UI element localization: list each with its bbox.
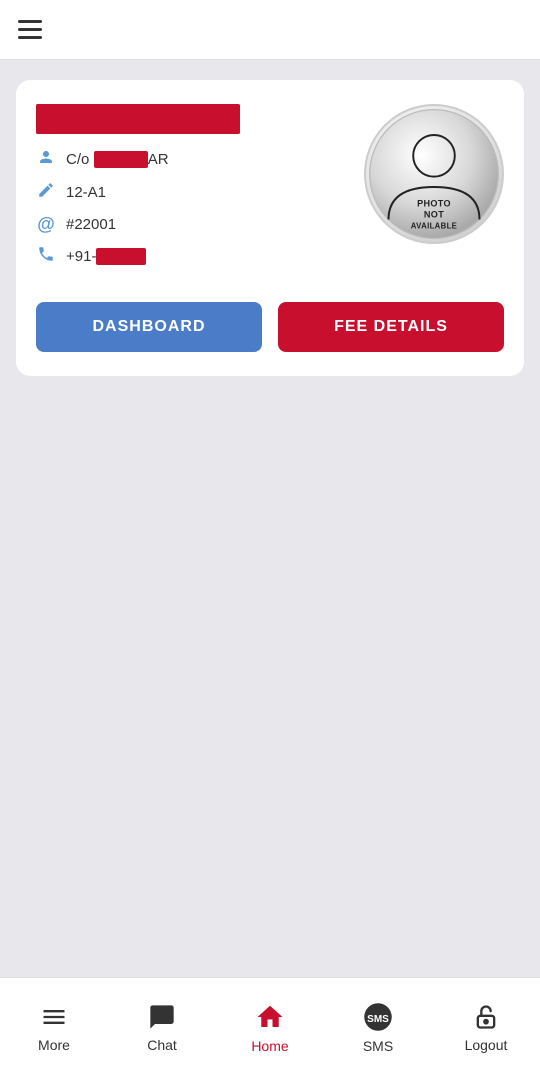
edit-icon: [36, 181, 56, 204]
phone-row: +91-: [36, 245, 364, 268]
profile-card: MUSKAN KUMARI C/o AR 12-A1: [16, 80, 524, 376]
nav-label-more: More: [38, 1037, 70, 1053]
nav-item-chat[interactable]: Chat: [127, 1003, 197, 1053]
phone-icon: [36, 245, 56, 268]
nav-label-logout: Logout: [465, 1037, 508, 1053]
at-icon: @: [36, 214, 56, 235]
svg-text:PHOTO: PHOTO: [417, 199, 451, 209]
svg-text:NOT: NOT: [424, 210, 444, 220]
card-info: MUSKAN KUMARI C/o AR 12-A1: [36, 104, 364, 278]
nav-label-home: Home: [251, 1038, 288, 1054]
card-top: MUSKAN KUMARI C/o AR 12-A1: [36, 104, 504, 278]
home-icon: [255, 1002, 285, 1032]
phone-text: +91-: [66, 248, 146, 265]
nav-item-sms[interactable]: SMS SMS: [343, 1002, 413, 1054]
co-redacted: [94, 151, 148, 168]
nav-item-logout[interactable]: Logout: [451, 1003, 521, 1053]
roll-row: @ #22001: [36, 214, 364, 235]
svg-text:AVAILABLE: AVAILABLE: [411, 222, 457, 231]
student-name: MUSKAN KUMARI: [36, 104, 240, 134]
logout-icon: [472, 1003, 500, 1031]
app-header: [0, 0, 540, 60]
co-text: C/o AR: [66, 151, 169, 168]
person-small-icon: [36, 148, 56, 171]
dashboard-button[interactable]: DASHBOARD: [36, 302, 262, 352]
main-content: MUSKAN KUMARI C/o AR 12-A1: [0, 60, 540, 396]
co-row: C/o AR: [36, 148, 364, 171]
class-text: 12-A1: [66, 184, 106, 201]
nav-item-home[interactable]: Home: [235, 1002, 305, 1054]
class-row: 12-A1: [36, 181, 364, 204]
roll-text: #22001: [66, 216, 116, 233]
fee-details-button[interactable]: FEE DETAILS: [278, 302, 504, 352]
card-buttons: DASHBOARD FEE DETAILS: [36, 302, 504, 352]
photo-not-available-svg: PHOTO NOT AVAILABLE: [369, 109, 499, 239]
phone-redacted: [96, 248, 146, 265]
sms-icon: SMS: [363, 1002, 393, 1032]
bottom-navigation: More Chat Home SMS SMS Logout: [0, 977, 540, 1077]
more-icon: [40, 1003, 68, 1031]
chat-icon: [148, 1003, 176, 1031]
nav-label-sms: SMS: [363, 1038, 393, 1054]
nav-item-more[interactable]: More: [19, 1003, 89, 1053]
student-photo: PHOTO NOT AVAILABLE: [364, 104, 504, 244]
menu-icon[interactable]: [18, 20, 42, 39]
nav-label-chat: Chat: [147, 1037, 177, 1053]
svg-text:SMS: SMS: [367, 1014, 389, 1025]
